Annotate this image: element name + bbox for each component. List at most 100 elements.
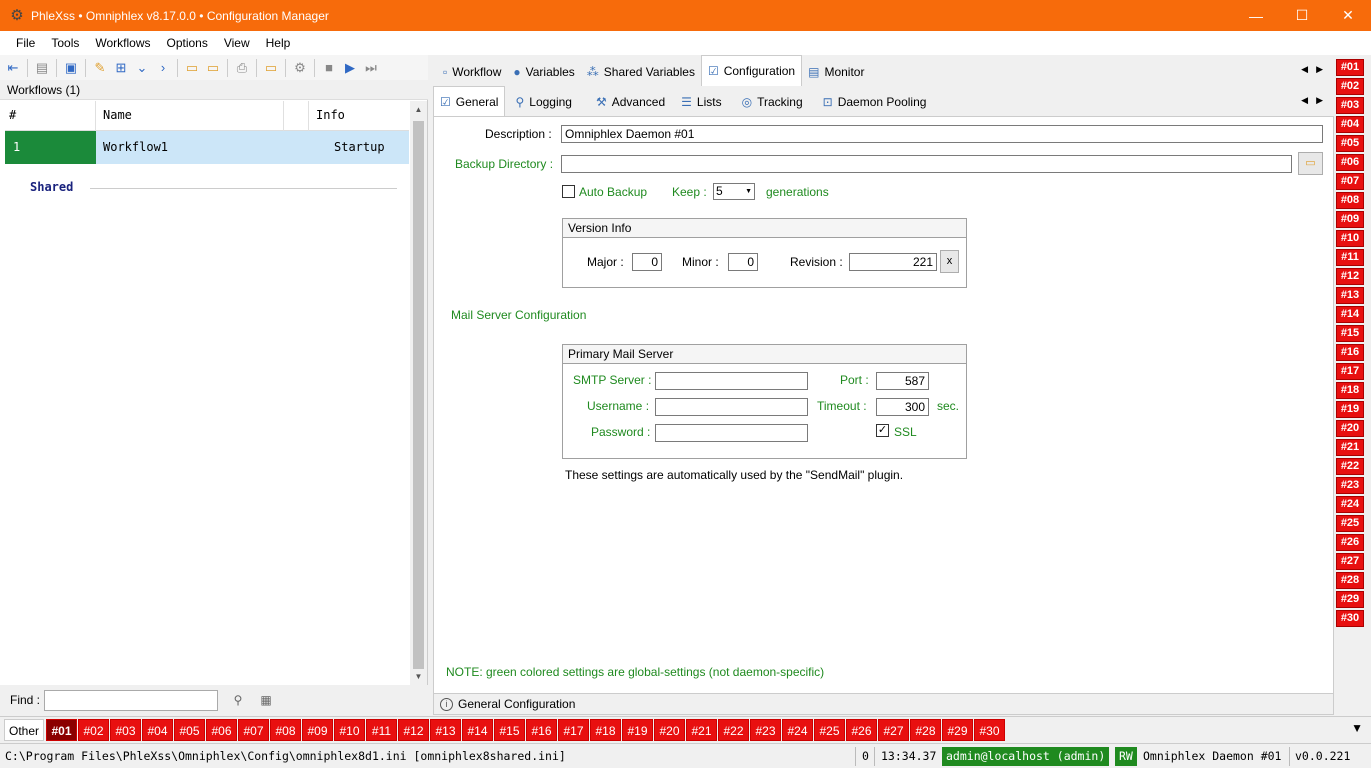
settings-icon[interactable]: ⚙ [291, 59, 309, 77]
tab-overflow-icon[interactable]: ▼ [1351, 721, 1363, 735]
revision-reset-button[interactable]: x [940, 250, 959, 273]
workflow-row[interactable]: 1 Workflow1 Startup [5, 131, 409, 164]
daemon-side-tag[interactable]: #13 [1336, 287, 1364, 304]
daemon-tab[interactable]: #20 [654, 719, 685, 741]
step-icon[interactable]: ⏭ [362, 59, 380, 77]
tab-variables[interactable]: ● Variables [507, 58, 580, 86]
daemon-side-tag[interactable]: #01 [1336, 59, 1364, 76]
daemon-side-tag[interactable]: #10 [1336, 230, 1364, 247]
port-input[interactable]: 587 [876, 372, 929, 390]
daemon-side-tag[interactable]: #05 [1336, 135, 1364, 152]
browse-folder-icon[interactable]: ▭ [1298, 152, 1323, 175]
daemon-side-tag[interactable]: #06 [1336, 154, 1364, 171]
close-button[interactable]: ✕ [1325, 0, 1371, 31]
daemon-tab[interactable]: #15 [494, 719, 525, 741]
daemon-tab[interactable]: #08 [270, 719, 301, 741]
ssl-checkbox[interactable]: ✓ [876, 424, 889, 437]
folder-info-icon[interactable]: ▭ [262, 59, 280, 77]
scroll-up-icon[interactable]: ▲ [410, 101, 427, 118]
layout-dropdown-icon[interactable]: ▤ [33, 59, 51, 77]
tab-other[interactable]: Other [4, 719, 44, 741]
timeout-input[interactable]: 300 [876, 398, 929, 416]
daemon-tab[interactable]: #01 [46, 719, 77, 741]
daemon-tab[interactable]: #02 [78, 719, 109, 741]
chevron-right-icon[interactable]: › [154, 59, 172, 77]
daemon-side-tag[interactable]: #19 [1336, 401, 1364, 418]
daemon-tab[interactable]: #19 [622, 719, 653, 741]
daemon-side-tag[interactable]: #09 [1336, 211, 1364, 228]
daemon-tab[interactable]: #21 [686, 719, 717, 741]
menu-help[interactable]: Help [258, 31, 299, 55]
daemon-side-tag[interactable]: #30 [1336, 610, 1364, 627]
tab-monitor[interactable]: ▤ Monitor [802, 58, 870, 86]
keep-select[interactable]: 5 ▼ [713, 183, 755, 200]
daemon-side-tag[interactable]: #02 [1336, 78, 1364, 95]
daemon-tab[interactable]: #24 [782, 719, 813, 741]
description-input[interactable]: Omniphlex Daemon #01 [561, 125, 1323, 143]
daemon-side-tag[interactable]: #24 [1336, 496, 1364, 513]
daemon-side-tag[interactable]: #21 [1336, 439, 1364, 456]
daemon-side-tag[interactable]: #03 [1336, 97, 1364, 114]
daemon-tab[interactable]: #28 [910, 719, 941, 741]
add-dropdown-icon[interactable]: ⊞ [112, 59, 130, 77]
daemon-tab[interactable]: #27 [878, 719, 909, 741]
daemon-side-tag[interactable]: #27 [1336, 553, 1364, 570]
subtab-scroll-left-icon[interactable]: ◀ [1301, 95, 1308, 106]
tab-advanced[interactable]: ⚒ Advanced [578, 88, 671, 116]
daemon-tab[interactable]: #10 [334, 719, 365, 741]
minimize-button[interactable]: — [1233, 0, 1279, 31]
menu-view[interactable]: View [216, 31, 258, 55]
daemon-side-tag[interactable]: #16 [1336, 344, 1364, 361]
daemon-tab[interactable]: #30 [974, 719, 1005, 741]
daemon-tab[interactable]: #11 [366, 719, 397, 741]
tab-shared-variables[interactable]: ⁂ Shared Variables [581, 58, 701, 86]
menu-workflows[interactable]: Workflows [87, 31, 158, 55]
daemon-side-tag[interactable]: #14 [1336, 306, 1364, 323]
workflow-scrollbar[interactable]: ▲ ▼ [410, 101, 427, 685]
daemon-side-tag[interactable]: #08 [1336, 192, 1364, 209]
daemon-tab[interactable]: #03 [110, 719, 141, 741]
daemon-side-tag[interactable]: #17 [1336, 363, 1364, 380]
daemon-side-tag[interactable]: #12 [1336, 268, 1364, 285]
column-num[interactable]: # [9, 108, 16, 122]
back-icon[interactable]: ⇤ [4, 59, 22, 77]
daemon-tab[interactable]: #07 [238, 719, 269, 741]
daemon-side-tag[interactable]: #23 [1336, 477, 1364, 494]
chevron-down-icon[interactable]: ⌄ [133, 59, 151, 77]
daemon-tab[interactable]: #04 [142, 719, 173, 741]
daemon-tab[interactable]: #18 [590, 719, 621, 741]
tab-scroll-right-icon[interactable]: ▶ [1316, 64, 1323, 75]
subtab-scroll-right-icon[interactable]: ▶ [1316, 95, 1323, 106]
daemon-tab[interactable]: #09 [302, 719, 333, 741]
column-info[interactable]: Info [316, 108, 345, 122]
find-input[interactable] [44, 689, 219, 711]
scroll-down-icon[interactable]: ▼ [410, 668, 427, 685]
play-icon[interactable]: ▶ [341, 59, 359, 77]
minor-input[interactable]: 0 [728, 253, 758, 271]
daemon-tab[interactable]: #17 [558, 719, 589, 741]
stop-icon[interactable]: ■ [320, 59, 338, 77]
daemon-tab[interactable]: #14 [462, 719, 493, 741]
daemon-side-tag[interactable]: #25 [1336, 515, 1364, 532]
daemon-side-tag[interactable]: #07 [1336, 173, 1364, 190]
daemon-side-tag[interactable]: #22 [1336, 458, 1364, 475]
daemon-side-tag[interactable]: #15 [1336, 325, 1364, 342]
daemon-side-tag[interactable]: #29 [1336, 591, 1364, 608]
maximize-button[interactable]: ☐ [1279, 0, 1325, 31]
daemon-tab[interactable]: #26 [846, 719, 877, 741]
tab-configuration[interactable]: ☑ Configuration [700, 55, 803, 86]
tab-workflow[interactable]: ▫ Workflow [437, 58, 507, 86]
daemon-side-tag[interactable]: #26 [1336, 534, 1364, 551]
save-icon[interactable]: ▣ [62, 59, 80, 77]
daemon-tab[interactable]: #05 [174, 719, 205, 741]
folder-add-icon[interactable]: ▭ [204, 59, 222, 77]
daemon-tab[interactable]: #29 [942, 719, 973, 741]
revision-input[interactable]: 221 [849, 253, 937, 271]
major-input[interactable]: 0 [632, 253, 662, 271]
daemon-side-tag[interactable]: #04 [1336, 116, 1364, 133]
print-icon[interactable]: ⎙ [233, 59, 251, 77]
smtp-input[interactable] [655, 372, 808, 390]
auto-backup-checkbox[interactable] [562, 185, 575, 198]
column-name[interactable]: Name [103, 108, 132, 122]
daemon-tab[interactable]: #23 [750, 719, 781, 741]
